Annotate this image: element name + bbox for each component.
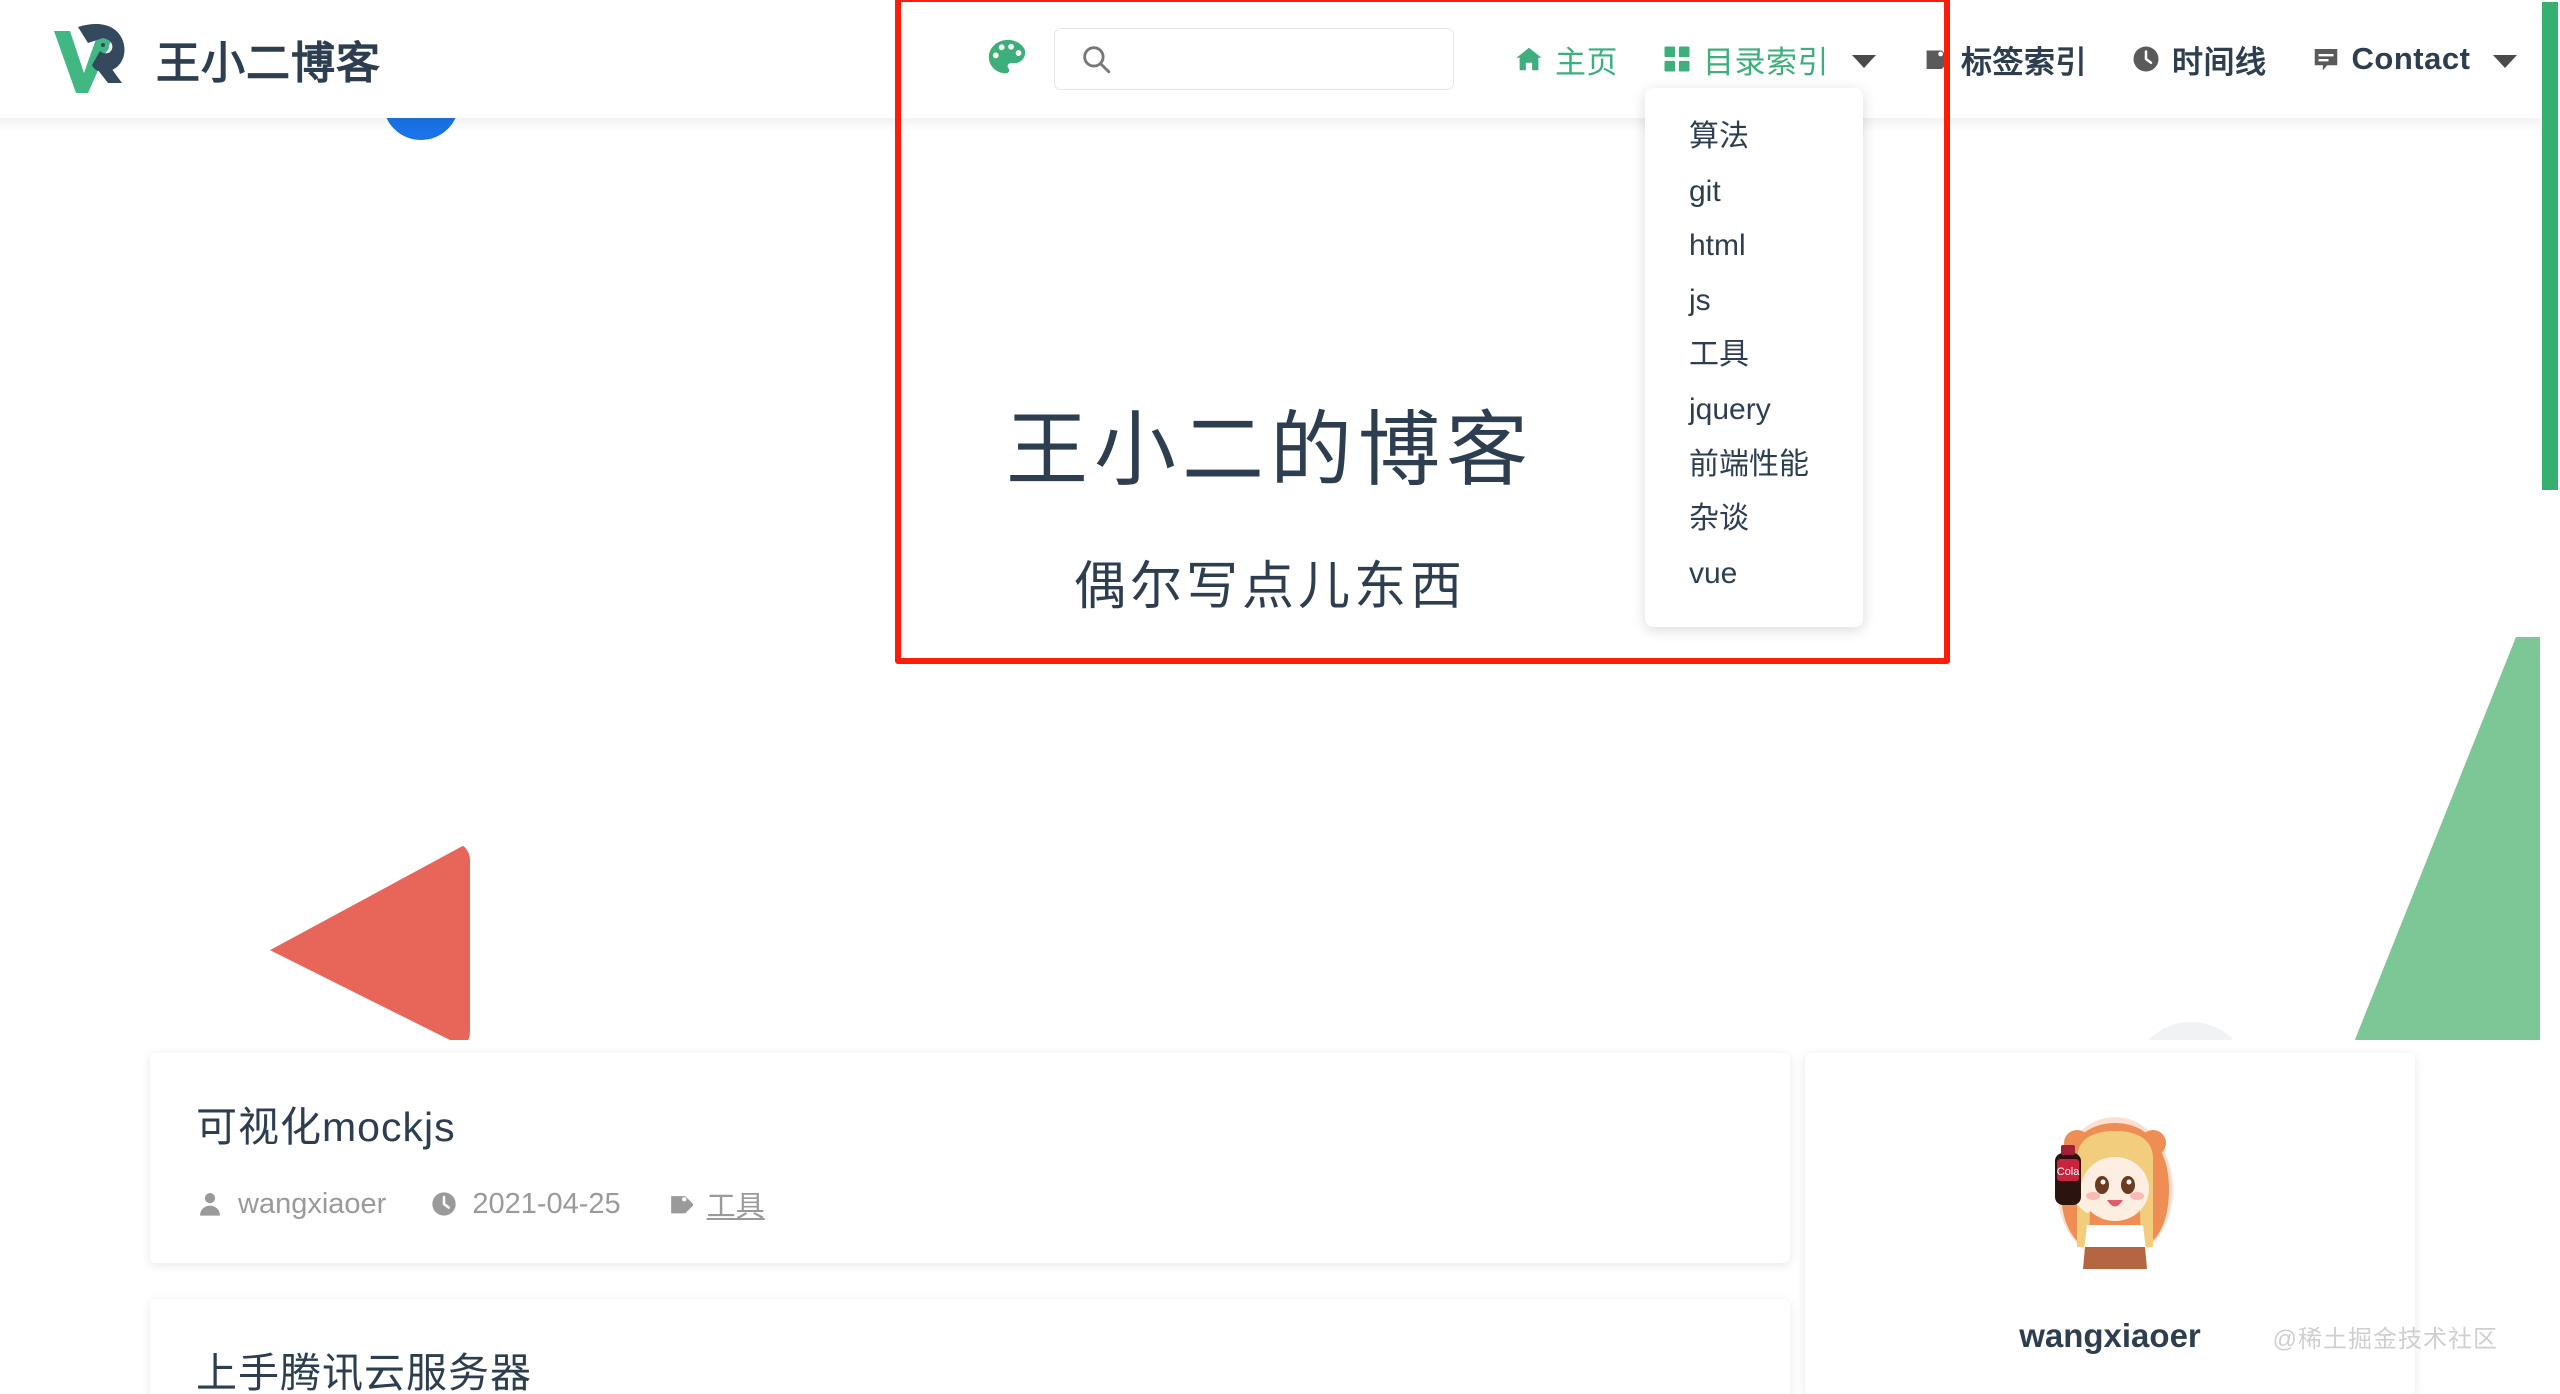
page-root: 王小二的博客 偶尔写点儿东西 王小二博客 主页 目录索引 标签索引 时间线 Co…	[0, 0, 2560, 1394]
avatar: Cola	[2015, 1097, 2205, 1287]
post-title[interactable]: 可视化mockjs	[196, 1093, 1744, 1153]
vp-logo-icon	[54, 23, 125, 93]
nav-item-home[interactable]: 主页	[1492, 0, 1640, 118]
home-icon	[1516, 47, 1542, 71]
clock-icon	[2133, 46, 2159, 72]
chevron-down-icon	[2493, 54, 2518, 68]
hero-subtitle: 偶尔写点儿东西	[1073, 558, 1466, 617]
header-shadow	[0, 118, 2540, 132]
post-date-label: 2021-04-25	[472, 1187, 621, 1220]
brand[interactable]: 王小二博客	[48, 21, 381, 97]
decor-gray-circle	[2135, 1022, 2247, 1040]
dropdown-item-1[interactable]: git	[1645, 165, 1863, 220]
search-icon	[1083, 46, 1111, 74]
tag-icon	[670, 1196, 693, 1214]
dropdown-item-2[interactable]: html	[1645, 219, 1863, 274]
post-list: 可视化mockjs wangxiaoer 2021-04-25 工具 上手腾讯云…	[150, 1053, 1790, 1394]
comment-icon	[2314, 49, 2337, 71]
hero-section: 王小二的博客 偶尔写点儿东西	[0, 132, 2540, 1040]
decor-red-triangle	[270, 842, 470, 1040]
grid-icon	[1664, 46, 1690, 72]
nav-item-category-index-label: 目录索引	[1703, 44, 1829, 80]
category-dropdown-menu: 算法 git html js 工具 jquery 前端性能 杂谈 vue	[1645, 88, 1863, 628]
dropdown-item-3[interactable]: js	[1645, 274, 1863, 329]
palette-icon[interactable]	[980, 31, 1036, 87]
post-author: wangxiaoer	[196, 1188, 386, 1221]
post-author-label: wangxiaoer	[238, 1187, 387, 1220]
hero-text-block: 王小二的博客 偶尔写点儿东西	[0, 402, 2540, 619]
nav-item-contact[interactable]: Contact	[2289, 0, 2540, 118]
nav-item-home-label: 主页	[1555, 44, 1618, 80]
nav-item-timeline-label: 时间线	[2172, 44, 2267, 80]
nav-item-tag-index[interactable]: 标签索引	[1898, 0, 2109, 118]
user-icon	[200, 1193, 220, 1216]
scrollbar-thumb[interactable]	[2542, 2, 2558, 490]
post-meta: wangxiaoer 2021-04-25 工具	[196, 1183, 1744, 1225]
post-title[interactable]: 上手腾讯云服务器	[196, 1339, 1744, 1394]
dropdown-item-7[interactable]: 杂谈	[1645, 492, 1863, 547]
site-header: 王小二博客 主页 目录索引 标签索引 时间线 Contact	[0, 0, 2540, 118]
content-area: 可视化mockjs wangxiaoer 2021-04-25 工具 上手腾讯云…	[0, 1040, 2540, 1394]
avatar-umaru-icon: Cola	[2055, 1117, 2173, 1269]
post-date: 2021-04-25	[430, 1187, 621, 1221]
chevron-down-icon	[1852, 54, 1876, 68]
search-input[interactable]	[1127, 43, 1447, 75]
decor-green-triangle	[2300, 637, 2540, 1040]
brand-title: 王小二博客	[156, 39, 381, 88]
post-tag-label[interactable]: 工具	[707, 1183, 765, 1225]
clock-icon	[432, 1192, 456, 1216]
tag-icon	[1926, 50, 1950, 70]
post-tag[interactable]: 工具	[665, 1183, 765, 1225]
table-row[interactable]: 可视化mockjs wangxiaoer 2021-04-25 工具	[150, 1053, 1790, 1263]
dropdown-item-5[interactable]: jquery	[1645, 383, 1863, 438]
dropdown-item-4[interactable]: 工具	[1645, 328, 1863, 383]
svg-text:Cola: Cola	[2057, 1166, 2081, 1178]
hero-title: 王小二的博客	[1005, 405, 1534, 496]
table-row[interactable]: 上手腾讯云服务器	[150, 1299, 1790, 1394]
nav-item-contact-label: Contact	[2351, 41, 2471, 76]
nav-item-tag-index-label: 标签索引	[1961, 44, 2087, 80]
dropdown-item-8[interactable]: vue	[1645, 547, 1863, 602]
dropdown-item-0[interactable]: 算法	[1645, 110, 1863, 165]
nav-item-timeline[interactable]: 时间线	[2109, 0, 2289, 118]
search-box[interactable]	[1054, 28, 1454, 90]
dropdown-item-6[interactable]: 前端性能	[1645, 438, 1863, 493]
watermark: @稀土掘金技术社区	[2272, 1326, 2498, 1353]
